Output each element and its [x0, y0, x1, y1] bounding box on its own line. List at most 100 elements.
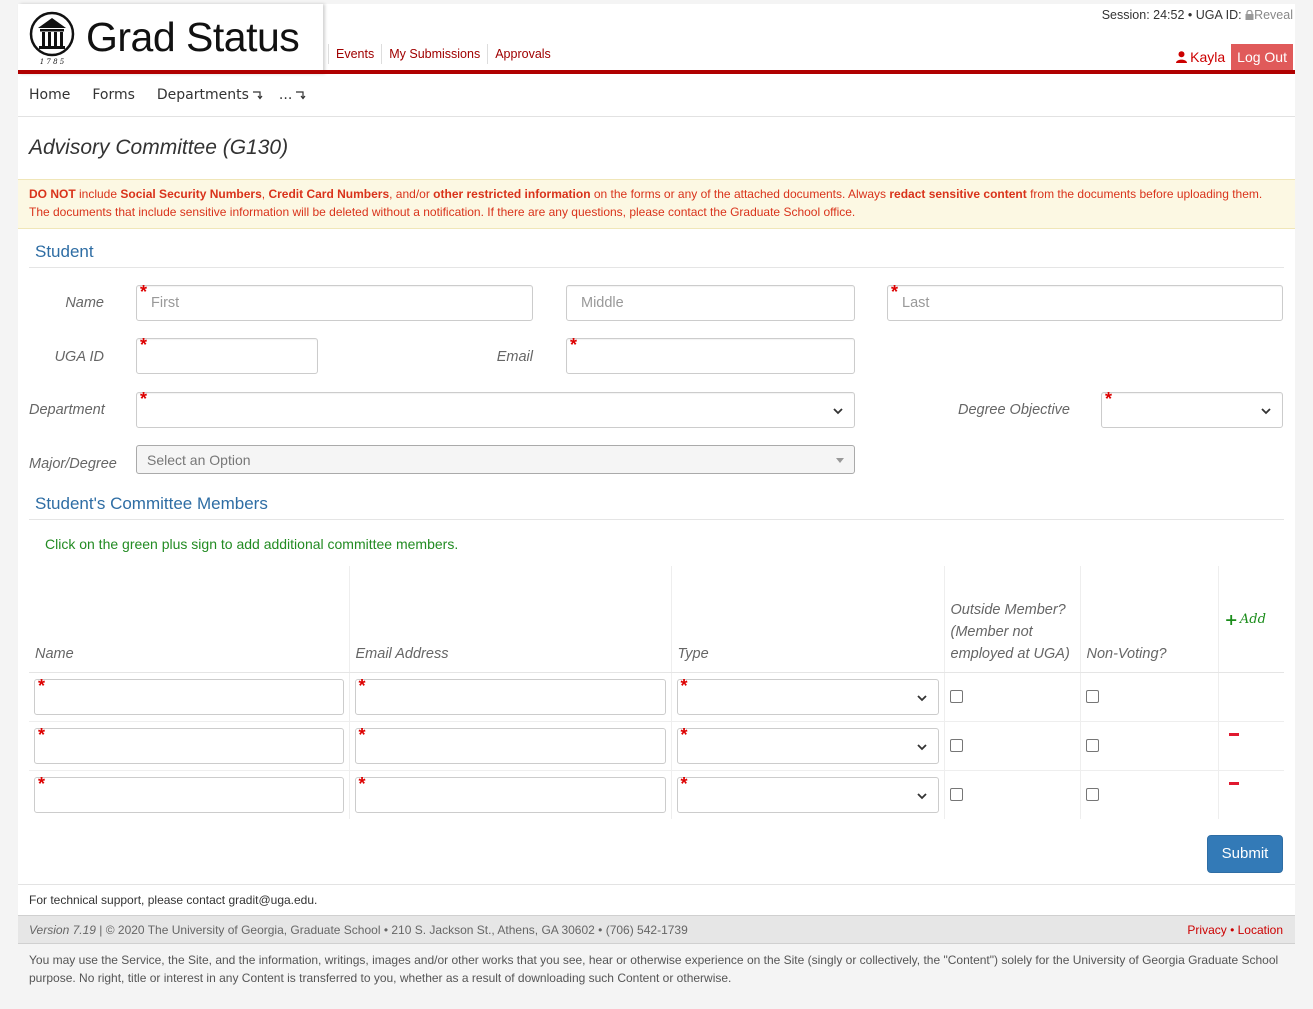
version-bar: Version 7.19 | © 2020 The University of … [18, 915, 1295, 944]
member-action-cell [1217, 672, 1284, 722]
required-marker: * [891, 282, 899, 302]
degree-objective-select[interactable]: * [1101, 389, 1283, 428]
subnav-more-label: ... [278, 87, 293, 103]
outside-member-checkbox[interactable] [949, 787, 963, 801]
user-link[interactable]: Kayla [1170, 49, 1231, 65]
subnav-forms[interactable]: Forms [81, 87, 146, 103]
table-row: * * * [29, 770, 1284, 819]
major-degree-select[interactable]: Select an Option [136, 445, 855, 474]
warning-text: on the forms or any of the attached docu… [590, 187, 890, 201]
header: 1 7 8 5 Grad Status Events My Submission… [18, 4, 1295, 74]
required-marker: * [358, 724, 366, 745]
required-marker: * [358, 773, 366, 794]
subnav-departments[interactable]: Departments [146, 87, 274, 103]
member-name-cell: * [29, 721, 349, 771]
member-email-cell: * [348, 721, 671, 771]
submit-button[interactable]: Submit [1207, 835, 1283, 873]
first-name-input[interactable]: * First [136, 283, 533, 321]
brand[interactable]: 1 7 8 5 Grad Status [18, 4, 323, 74]
remove-member-icon[interactable] [1228, 781, 1239, 785]
required-marker: * [680, 724, 688, 745]
member-email-input[interactable]: * [354, 724, 666, 764]
privacy-link[interactable]: Privacy [1187, 923, 1226, 937]
required-marker: * [38, 675, 46, 696]
required-marker: * [1105, 389, 1113, 409]
session-label: Session: 24:52 • UGA ID: [1101, 8, 1242, 22]
degree-objective-label: Degree Objective [957, 402, 1070, 418]
last-name-input[interactable]: * Last [887, 282, 1283, 321]
warning-text: Credit Card Numbers [268, 187, 390, 201]
footer-links: Privacy • Location [1187, 923, 1283, 937]
subnav-more[interactable]: ... [274, 87, 317, 103]
required-marker: * [358, 675, 366, 696]
top-nav: Events My Submissions Approvals [328, 44, 558, 64]
non-voting-checkbox[interactable] [1085, 689, 1099, 703]
chevron-down-icon [833, 408, 843, 415]
member-email-input[interactable]: * [354, 675, 666, 715]
member-type-select[interactable]: * [676, 675, 939, 715]
required-marker: * [680, 773, 688, 794]
member-nonvoting-cell [1079, 721, 1218, 771]
brand-title: Grad Status [86, 14, 300, 60]
remove-member-icon[interactable] [1228, 732, 1239, 736]
required-marker: * [140, 335, 148, 355]
warning-text: redact sensitive content [889, 187, 1027, 201]
required-marker: * [570, 335, 578, 355]
member-name-input[interactable]: * [34, 773, 344, 813]
location-link[interactable]: Location [1238, 923, 1283, 937]
member-email-cell: * [348, 672, 671, 722]
required-marker: * [38, 724, 46, 745]
outside-member-checkbox[interactable] [949, 738, 963, 752]
non-voting-checkbox[interactable] [1085, 787, 1099, 801]
session-info: Session: 24:52 • UGA ID: Reveal [1102, 8, 1293, 22]
chevron-down-icon [1261, 408, 1271, 415]
first-name-placeholder: First [151, 295, 180, 311]
col-add-header: + Add [1217, 566, 1284, 673]
plus-icon: + [1224, 610, 1238, 630]
last-name-placeholder: Last [902, 295, 930, 311]
member-type-select[interactable]: * [676, 773, 939, 813]
chevron-down-icon [916, 792, 927, 799]
dropdown-arrow-icon [296, 91, 306, 100]
student-section-title: Student [29, 229, 1284, 268]
committee-members-table: Name Email Address Type Outside Member? … [29, 566, 1284, 819]
nav-events-link[interactable]: Events [328, 44, 381, 64]
department-select[interactable]: * [136, 390, 855, 428]
table-row: * * * [29, 721, 1284, 771]
email-input[interactable]: * [566, 335, 855, 374]
non-voting-checkbox[interactable] [1085, 738, 1099, 752]
seal-year: 1 7 8 5 [40, 58, 65, 66]
member-name-input[interactable]: * [34, 675, 344, 715]
member-outside-cell [943, 672, 1080, 722]
required-marker: * [38, 773, 46, 794]
reveal-link[interactable]: Reveal [1245, 8, 1293, 22]
terms-of-use: You may use the Service, the Site, and t… [18, 944, 1295, 996]
col-name-header: Name [29, 566, 349, 673]
add-member-button[interactable]: + Add [1225, 609, 1279, 631]
member-email-input[interactable]: * [354, 773, 666, 813]
member-name-cell: * [29, 672, 349, 722]
committee-section-title: Student's Committee Members [29, 481, 1284, 520]
member-type-cell: * [670, 672, 944, 722]
sub-nav: Home Forms Departments ... [18, 74, 1295, 117]
required-marker: * [680, 675, 688, 696]
member-action-cell [1217, 721, 1284, 771]
member-nonvoting-cell [1079, 672, 1218, 722]
department-label: Department [29, 402, 105, 418]
email-label: Email [496, 349, 533, 365]
logout-button[interactable]: Log Out [1231, 44, 1293, 70]
caret-down-icon [836, 458, 844, 463]
table-header-row: Name Email Address Type Outside Member? … [29, 566, 1284, 673]
member-type-select[interactable]: * [676, 724, 939, 764]
outside-member-checkbox[interactable] [949, 689, 963, 703]
user-name: Kayla [1190, 49, 1226, 65]
member-outside-cell [943, 770, 1080, 819]
subnav-home[interactable]: Home [18, 87, 81, 103]
reveal-label: Reveal [1254, 8, 1293, 22]
nav-approvals-link[interactable]: Approvals [487, 44, 558, 64]
middle-name-input[interactable]: Middle [566, 285, 855, 321]
nav-my-submissions-link[interactable]: My Submissions [381, 44, 487, 64]
member-name-input[interactable]: * [34, 724, 344, 764]
member-email-cell: * [348, 770, 671, 819]
uga-id-input[interactable]: * [136, 335, 318, 374]
